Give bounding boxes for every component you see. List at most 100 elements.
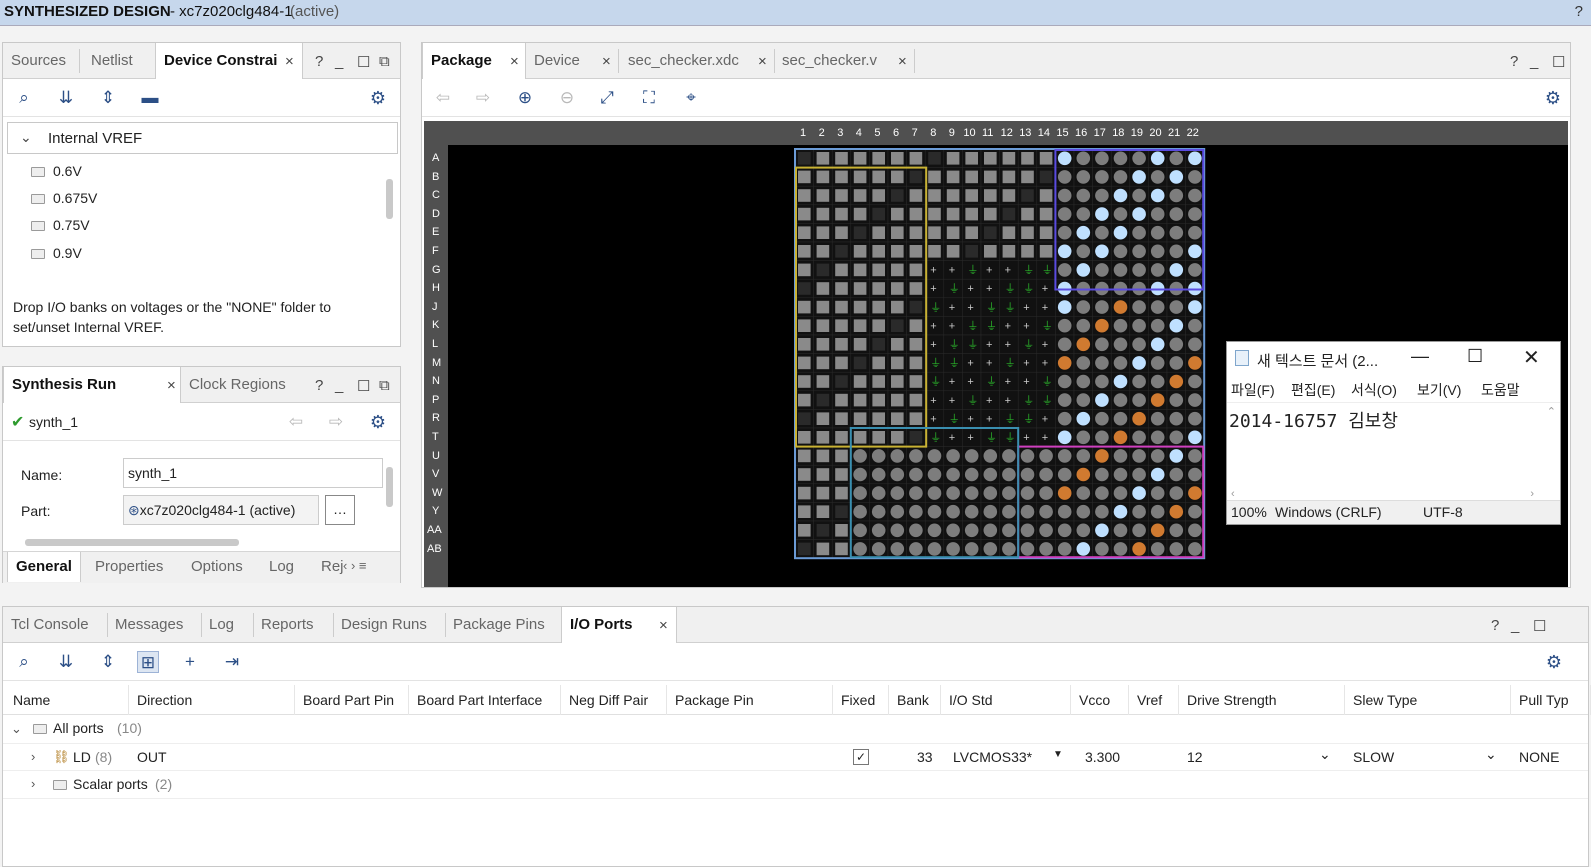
pin-pad[interactable] bbox=[853, 338, 867, 351]
pin-ball[interactable] bbox=[1002, 542, 1016, 556]
pin-pad[interactable] bbox=[853, 282, 867, 295]
pin-pad[interactable] bbox=[872, 393, 885, 407]
pin-glyph[interactable]: + bbox=[1023, 358, 1029, 370]
pin-pad[interactable] bbox=[891, 170, 904, 184]
pin-ball[interactable] bbox=[946, 467, 960, 482]
zoom-fit-icon[interactable]: ⤢ bbox=[596, 87, 618, 109]
pin-ball[interactable] bbox=[1095, 523, 1109, 538]
pin-glyph[interactable]: ⏚ bbox=[986, 319, 997, 332]
pin-ball[interactable] bbox=[964, 467, 979, 482]
maximize-icon[interactable]: ☐ bbox=[1552, 53, 1565, 71]
table-row[interactable]: › ⛓ LD (8) OUT ✓ 33 LVCMOS33* ▼ 3.300 12… bbox=[3, 743, 1588, 771]
pin-pad[interactable] bbox=[891, 300, 904, 314]
pin-glyph[interactable]: ⏚ bbox=[1042, 264, 1053, 277]
pin-ball[interactable] bbox=[1188, 263, 1202, 277]
pin-pad[interactable] bbox=[816, 431, 830, 444]
pin-glyph[interactable]: ⏚ bbox=[1023, 264, 1034, 277]
pin-glyph[interactable]: + bbox=[967, 432, 973, 444]
pin-ball[interactable] bbox=[1169, 300, 1184, 314]
pin-pad[interactable] bbox=[1002, 170, 1016, 184]
pin-ball[interactable] bbox=[1150, 430, 1165, 445]
pin-pad[interactable] bbox=[872, 319, 885, 332]
pin-pad[interactable] bbox=[984, 189, 997, 202]
collapse-all-icon[interactable]: ⇊ bbox=[55, 87, 77, 109]
pin-pad[interactable] bbox=[798, 170, 811, 184]
pin-pad[interactable] bbox=[965, 207, 978, 221]
pin-ball[interactable] bbox=[1076, 318, 1091, 333]
pin-ball[interactable] bbox=[909, 523, 923, 538]
pin-ball[interactable] bbox=[1057, 542, 1072, 556]
pin-pad[interactable] bbox=[835, 338, 848, 351]
pin-ball[interactable] bbox=[1057, 337, 1072, 352]
pin-pad[interactable] bbox=[891, 412, 904, 425]
pin-pad[interactable] bbox=[1039, 226, 1053, 239]
minimize-icon[interactable]: _ bbox=[335, 377, 343, 394]
pin-ball[interactable] bbox=[1020, 523, 1035, 538]
pin-ball[interactable] bbox=[1113, 411, 1128, 426]
pin-ball[interactable] bbox=[1113, 374, 1128, 389]
tab-log[interactable]: Log bbox=[201, 607, 242, 643]
pin-ball[interactable] bbox=[890, 486, 905, 500]
pin-pad[interactable] bbox=[872, 245, 885, 258]
minimize-icon[interactable]: _ bbox=[1530, 53, 1538, 70]
pin-ball[interactable] bbox=[1113, 263, 1128, 277]
pin-ball[interactable] bbox=[1150, 393, 1165, 407]
pin-ball[interactable] bbox=[1095, 188, 1109, 203]
pin-pad[interactable] bbox=[946, 207, 960, 221]
col-package-pin[interactable]: Package Pin bbox=[667, 685, 833, 715]
tab-messages[interactable]: Messages bbox=[107, 607, 191, 643]
pin-pad[interactable] bbox=[835, 226, 848, 239]
pin-glyph[interactable]: ⏚ bbox=[1023, 394, 1034, 407]
fixed-checkbox[interactable]: ✓ bbox=[853, 749, 869, 765]
pin-ball[interactable] bbox=[1150, 486, 1165, 500]
pin-glyph[interactable]: + bbox=[986, 395, 992, 407]
pin-ball[interactable] bbox=[1169, 318, 1184, 333]
pin-ball[interactable] bbox=[1132, 337, 1146, 352]
pin-pad[interactable] bbox=[853, 245, 867, 258]
pin-pad[interactable] bbox=[1002, 152, 1016, 165]
pin-pad[interactable] bbox=[909, 412, 923, 425]
pin-pad[interactable] bbox=[872, 189, 885, 202]
pin-pad[interactable] bbox=[909, 263, 923, 277]
pin-glyph[interactable]: ⏚ bbox=[930, 375, 941, 388]
pin-ball[interactable] bbox=[1132, 318, 1146, 333]
pin-ball[interactable] bbox=[1150, 337, 1165, 352]
pin-ball[interactable] bbox=[1169, 467, 1184, 482]
tab-log[interactable]: Log bbox=[261, 552, 302, 582]
pin-ball[interactable] bbox=[1132, 467, 1146, 482]
pin-ball[interactable] bbox=[1169, 188, 1184, 203]
pin-pad[interactable] bbox=[816, 449, 830, 463]
pin-pad[interactable] bbox=[835, 207, 848, 221]
pin-pad[interactable] bbox=[798, 524, 811, 537]
pin-ball[interactable] bbox=[1095, 318, 1109, 333]
pin-pad[interactable] bbox=[835, 524, 848, 537]
pin-pad[interactable] bbox=[816, 226, 830, 239]
part-field[interactable]: ⊛xc7z020clg484-1 (active) bbox=[123, 495, 319, 525]
pin-ball[interactable] bbox=[1057, 411, 1072, 426]
pin-ball[interactable] bbox=[1076, 244, 1091, 259]
pin-ball[interactable] bbox=[1076, 523, 1091, 538]
pin-pad[interactable] bbox=[909, 226, 923, 239]
pin-pad[interactable] bbox=[1002, 207, 1016, 221]
pin-pad[interactable] bbox=[798, 245, 811, 258]
pin-ball[interactable] bbox=[1020, 467, 1035, 482]
col-pull-type[interactable]: Pull Typ bbox=[1511, 685, 1591, 715]
group-by-icon[interactable]: ⊞ bbox=[137, 651, 159, 673]
pin-pad[interactable] bbox=[928, 189, 941, 202]
pin-pad[interactable] bbox=[872, 300, 885, 314]
pin-ball[interactable] bbox=[1132, 449, 1146, 463]
menu-format[interactable]: 서식(O) bbox=[1351, 380, 1397, 400]
pin-ball[interactable] bbox=[1039, 523, 1053, 538]
pin-ball[interactable] bbox=[871, 486, 886, 500]
pin-pad[interactable] bbox=[891, 375, 904, 388]
pin-glyph[interactable]: ⏚ bbox=[967, 264, 978, 277]
pin-ball[interactable] bbox=[1169, 170, 1184, 184]
pin-ball[interactable] bbox=[1095, 374, 1109, 389]
pin-ball[interactable] bbox=[946, 486, 960, 500]
gear-icon[interactable]: ⚙ bbox=[367, 87, 389, 109]
pin-ball[interactable] bbox=[1188, 542, 1202, 556]
pin-ball[interactable] bbox=[1076, 393, 1091, 407]
pin-ball[interactable] bbox=[1057, 318, 1072, 333]
scrollbar[interactable] bbox=[383, 449, 397, 539]
tab-synthesis-run-properties[interactable]: Synthesis Run Propert bbox=[3, 367, 181, 429]
